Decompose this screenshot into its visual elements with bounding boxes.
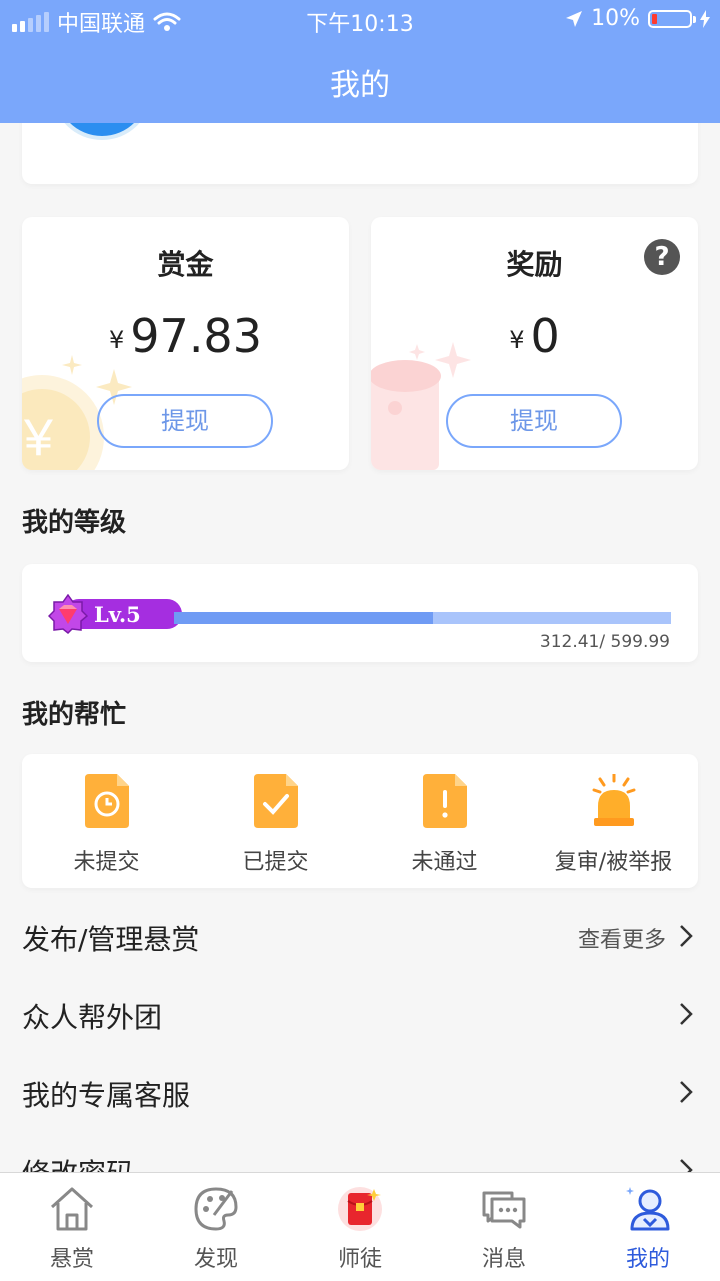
red-envelope-icon	[338, 1187, 382, 1231]
tab-label: 我的	[625, 1247, 670, 1272]
menu-label: 我的专属客服	[22, 1079, 191, 1112]
charging-bolt-icon	[700, 9, 710, 28]
level-label: Lv.5	[94, 602, 141, 627]
level-progress-text: 312.41/ 599.99	[539, 632, 670, 652]
help-item-rejected[interactable]: 未通过	[360, 754, 529, 888]
tab-mentor[interactable]: 师徒	[288, 1173, 432, 1281]
tab-discover[interactable]: 发现	[144, 1173, 288, 1281]
menu-external-team[interactable]: 众人帮外团	[0, 976, 720, 1054]
doc-check-icon	[253, 774, 298, 828]
tab-bar: 悬赏 发现 师徒 消息 我的	[0, 1172, 720, 1281]
chevron-right-icon	[680, 925, 693, 947]
tab-bounty[interactable]: 悬赏	[0, 1173, 144, 1281]
profile-icon	[626, 1187, 670, 1231]
bounty-withdraw-button[interactable]: 提现	[97, 394, 273, 448]
tab-label: 发现	[193, 1247, 238, 1272]
tab-label: 消息	[481, 1247, 526, 1272]
help-section-title: 我的帮忙	[22, 700, 127, 730]
bounty-card: ¥ 赏金 ¥97.83 提现	[22, 217, 349, 470]
diamond-gem-icon	[48, 594, 88, 634]
level-progress-bar	[174, 612, 671, 624]
menu-customer-service[interactable]: 我的专属客服	[0, 1054, 720, 1132]
level-section-title: 我的等级	[22, 508, 127, 538]
menu-publish-manage-bounty[interactable]: 发布/管理悬赏 查看更多	[0, 898, 720, 976]
doc-clock-icon	[84, 774, 129, 828]
reward-title: 奖励	[506, 248, 563, 281]
tab-label: 悬赏	[49, 1247, 94, 1272]
bounty-title: 赏金	[157, 248, 214, 281]
level-card[interactable]: Lv.5 312.41/ 599.99	[22, 564, 698, 662]
help-card: 未提交 已提交 未通过 复审/被举报	[22, 754, 698, 888]
home-icon	[50, 1187, 94, 1231]
help-item-label: 未通过	[411, 850, 478, 875]
doc-exclaim-icon	[422, 774, 467, 828]
menu-label: 众人帮外团	[22, 1001, 163, 1034]
help-item-review-reported[interactable]: 复审/被举报	[529, 754, 698, 888]
palette-icon	[194, 1187, 238, 1231]
battery-percent: 10%	[591, 6, 640, 31]
help-item-label: 复审/被举报	[554, 850, 673, 875]
location-arrow-icon	[566, 10, 583, 27]
header: 中国联通 下午10:13 10% 我的	[0, 0, 720, 123]
reward-withdraw-button[interactable]: 提现	[446, 394, 622, 448]
chevron-right-icon	[680, 1003, 693, 1025]
chevron-right-icon	[680, 1081, 693, 1103]
bounty-amount: ¥97.83	[109, 309, 262, 363]
help-item-unsubmitted[interactable]: 未提交	[22, 754, 191, 888]
help-item-label: 已提交	[242, 850, 309, 875]
status-bar: 中国联通 下午10:13 10%	[0, 0, 720, 40]
siren-icon	[592, 774, 635, 826]
tab-messages[interactable]: 消息	[432, 1173, 576, 1281]
tab-label: 师徒	[337, 1247, 382, 1272]
level-badge: Lv.5	[48, 594, 182, 634]
tab-mine[interactable]: 我的	[576, 1173, 720, 1281]
reward-amount: ¥0	[509, 309, 560, 363]
help-item-label: 未提交	[73, 850, 140, 875]
chat-icon	[482, 1191, 526, 1229]
view-more-link[interactable]: 查看更多	[578, 922, 666, 954]
svg-text:¥: ¥	[23, 409, 53, 467]
battery-icon	[648, 9, 696, 28]
page-title: 我的	[330, 68, 390, 103]
help-item-submitted[interactable]: 已提交	[191, 754, 360, 888]
reward-card: ? 奖励 ¥0 提现	[371, 217, 698, 470]
menu-label: 发布/管理悬赏	[22, 923, 200, 956]
